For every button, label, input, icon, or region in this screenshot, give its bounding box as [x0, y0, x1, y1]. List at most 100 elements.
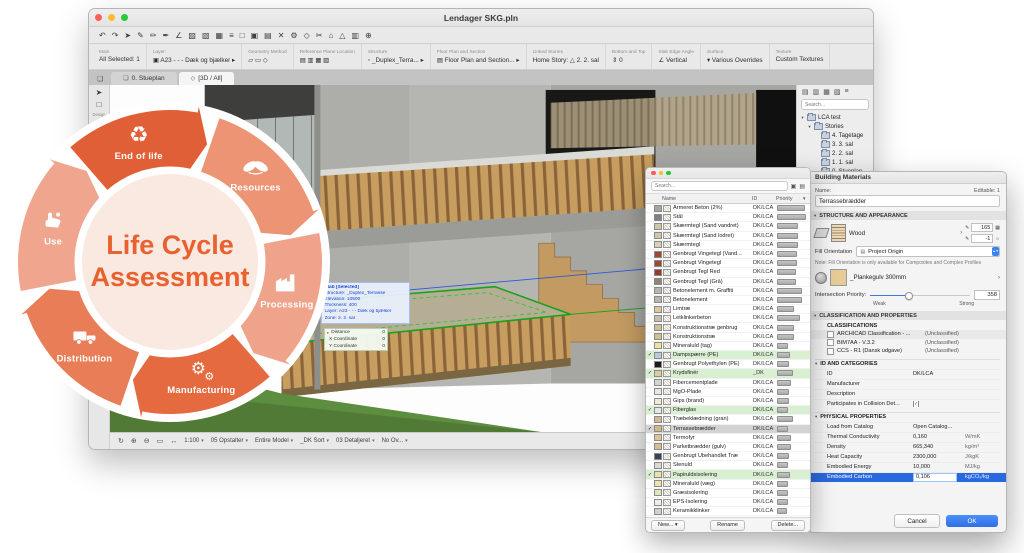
physical-property-row[interactable]: Load from Catalog Open Catalog...: [815, 421, 1000, 432]
material-row[interactable]: Genbrugt Vingetegl (Vand... DK/LCA: [646, 250, 810, 260]
material-row[interactable]: ✓ Fiberglas DK/LCA: [646, 406, 810, 416]
arrow-tool-icon[interactable]: ➤: [124, 31, 131, 40]
infobar-group[interactable]: Floor Plan and Section ▤ Floor Plan and S…: [431, 44, 527, 69]
pencil-icon[interactable]: ✏: [150, 31, 157, 40]
column-name[interactable]: Name: [646, 196, 752, 202]
list-view-icon[interactable]: ▤: [799, 183, 805, 190]
angle-icon[interactable]: ∠: [175, 31, 182, 40]
tree-item-stories[interactable]: ▾ Stories: [797, 122, 873, 131]
cut-icon[interactable]: ✂: [316, 31, 323, 40]
material-row[interactable]: Skærmtegl (Sand lodret) DK/LCA: [646, 232, 810, 241]
material-row[interactable]: Termofyr DK/LCA: [646, 434, 810, 443]
id-category-row[interactable]: Manufacturer: [815, 378, 1000, 389]
material-row[interactable]: Genbrugt Vingetegl DK/LCA: [646, 259, 810, 269]
infobar-group-control[interactable]: ▣ A23 - - - Dæk og bjælker ▸: [153, 56, 235, 64]
material-row[interactable]: Genbrugt Polyethylen (PE) DK/LCA: [646, 360, 810, 370]
material-row[interactable]: Træbeklædning (gran) DK/LCA: [646, 415, 810, 425]
checkbox-icon[interactable]: [827, 330, 834, 338]
material-row[interactable]: Genbrugt Tegl (Grå) DK/LCA: [646, 278, 810, 287]
material-row[interactable]: Fibercementplade DK/LCA: [646, 379, 810, 388]
bulb-icon[interactable]: ☼: [995, 236, 1000, 242]
zoom-out-icon[interactable]: ⊖: [144, 437, 150, 445]
layout-book-icon[interactable]: ▦: [823, 88, 830, 96]
folder-view-icon[interactable]: ▣: [791, 183, 797, 190]
infobar-group[interactable]: Geometry Method ▱ ▭ ◇: [242, 44, 294, 69]
physical-property-row[interactable]: Thermal Conductivity 0,160 W/mK: [815, 431, 1000, 442]
view-icon[interactable]: ▥: [351, 31, 359, 40]
tree-item-1-1-sal[interactable]: 1. 1. sal: [797, 158, 873, 167]
material-row[interactable]: Stål DK/LCA: [646, 213, 810, 223]
navigator-search-input[interactable]: [801, 99, 869, 110]
tab--3d-all-[interactable]: ◇ [3D / All]: [178, 72, 235, 85]
fill-icon[interactable]: ▨: [188, 31, 196, 40]
status-dropdown-5[interactable]: No Ov...: [382, 438, 408, 444]
material-row[interactable]: Skærmtegl (Sand vandret) DK/LCA: [646, 222, 810, 232]
publisher-icon[interactable]: ▧: [834, 88, 841, 96]
surface-swatch[interactable]: [830, 269, 847, 286]
zoom-icon[interactable]: ⊕: [365, 31, 372, 40]
infobar-group-control[interactable]: ∠ Vertical: [658, 56, 693, 64]
tab-0-stueplan[interactable]: ❏ 0. Stueplan: [111, 72, 177, 85]
redo-icon[interactable]: ↷: [112, 31, 119, 40]
panel-icon[interactable]: ▣: [251, 31, 259, 40]
row-check-icon[interactable]: ✓: [646, 407, 654, 413]
tree-item-2-2-sal[interactable]: 2. 2. sal: [797, 149, 873, 158]
rename-material-button[interactable]: Rename: [710, 519, 745, 531]
view-map-icon[interactable]: ▥: [813, 88, 820, 96]
infobar-group[interactable]: Layer: ▣ A23 - - - Dæk og bjælker ▸: [147, 44, 243, 69]
structure-section-header[interactable]: ▾ STRUCTURE AND APPEARANCE: [809, 211, 1006, 220]
infobar-group[interactable]: Slab Edge Angle ∠ Vertical: [652, 44, 701, 69]
infobar-group-control[interactable]: All Selected: 1: [99, 56, 140, 63]
row-check-icon[interactable]: ✓: [646, 426, 654, 432]
id-category-row[interactable]: Description: [815, 388, 1000, 399]
close-window-button[interactable]: [651, 170, 656, 176]
slider-knob[interactable]: [905, 291, 914, 300]
row-check-icon[interactable]: ✓: [646, 370, 654, 376]
infobar-group-control[interactable]: ▱ ▭ ◇: [248, 56, 286, 64]
minimize-window-button[interactable]: [658, 170, 663, 176]
status-dropdown-2[interactable]: Entire Model: [255, 438, 293, 444]
physical-property-row[interactable]: Embodied Energy 10,000 MJ/kg: [815, 461, 1000, 472]
orientation-select[interactable]: ▤ Project Origin ▲▼: [856, 246, 1000, 257]
material-row[interactable]: Limtræ DK/LCA: [646, 305, 810, 315]
chevron-right-icon[interactable]: ›: [998, 275, 1000, 281]
undo-icon[interactable]: ↶: [99, 31, 106, 40]
status-dropdown-3[interactable]: _DK Sort: [300, 438, 329, 444]
pen-icon[interactable]: ✎: [137, 31, 144, 40]
material-row[interactable]: EPS-Isolering DK/LCA: [646, 498, 810, 508]
material-row[interactable]: Konstruktionstræ genbrug DK/LCA: [646, 323, 810, 333]
infobar-group-control[interactable]: Custom Textures: [776, 56, 824, 63]
material-row[interactable]: ✓ Terrassebrædder DK/LCA: [646, 424, 810, 434]
material-row[interactable]: Keramikklinker DK/LCA: [646, 507, 810, 517]
intersection-priority-slider[interactable]: [870, 291, 970, 300]
surface-name[interactable]: _Plankegulv 300mm: [850, 274, 995, 281]
fill-pen-field[interactable]: 165: [971, 223, 994, 232]
material-row[interactable]: Skærmtegl DK/LCA: [646, 241, 810, 250]
infobar-group[interactable]: Texture Custom Textures: [770, 44, 831, 69]
infobar-group-control[interactable]: ⇕ 0: [612, 56, 646, 64]
home-icon[interactable]: ⌂: [328, 31, 333, 40]
classification-row[interactable]: ARCHICAD Classification - ... (Unclassifi…: [809, 330, 1006, 339]
infobar-group-control[interactable]: ▤ Floor Plan and Section... ▸: [437, 56, 520, 64]
classification-section-header[interactable]: ▾ CLASSIFICATION AND PROPERTIES: [809, 311, 1006, 320]
ink-pen-icon[interactable]: ✒: [163, 31, 170, 40]
fill-pattern-swatch[interactable]: [831, 224, 846, 242]
zoom-in-icon[interactable]: ⊕: [131, 437, 137, 445]
material-row[interactable]: Konstruktionstræ DK/LCA: [646, 333, 810, 342]
classification-row[interactable]: BIM7AA - V.3.2 (Unclassified): [815, 339, 1000, 348]
material-row[interactable]: Stenuld DK/LCA: [646, 461, 810, 471]
infobar-group-control[interactable]: ▾ Various Overrides: [707, 56, 763, 64]
pan-icon[interactable]: ↔: [170, 438, 177, 445]
infobar-group[interactable]: Linked Stories Home Story: △ 2. 2. sal: [527, 44, 606, 69]
delete-material-button[interactable]: Delete...: [770, 519, 805, 531]
chevron-right-icon[interactable]: ›: [960, 230, 962, 236]
id-category-row[interactable]: Participates in Collision Det... ✓: [815, 398, 1000, 409]
zoom-window-button[interactable]: [666, 170, 671, 176]
layout-icon[interactable]: ▤: [264, 31, 272, 40]
material-row[interactable]: ✓ Krydsfinér _DK: [646, 369, 810, 379]
material-row[interactable]: Genbrugt Tegl Red DK/LCA: [646, 268, 810, 278]
material-row[interactable]: Græsisolering DK/LCA: [646, 489, 810, 498]
background-pen-field[interactable]: -1: [971, 234, 994, 243]
tree-item-3-3-sal[interactable]: 3. 3. sal: [797, 140, 873, 149]
material-row[interactable]: Betonelement DK/LCA: [646, 296, 810, 306]
